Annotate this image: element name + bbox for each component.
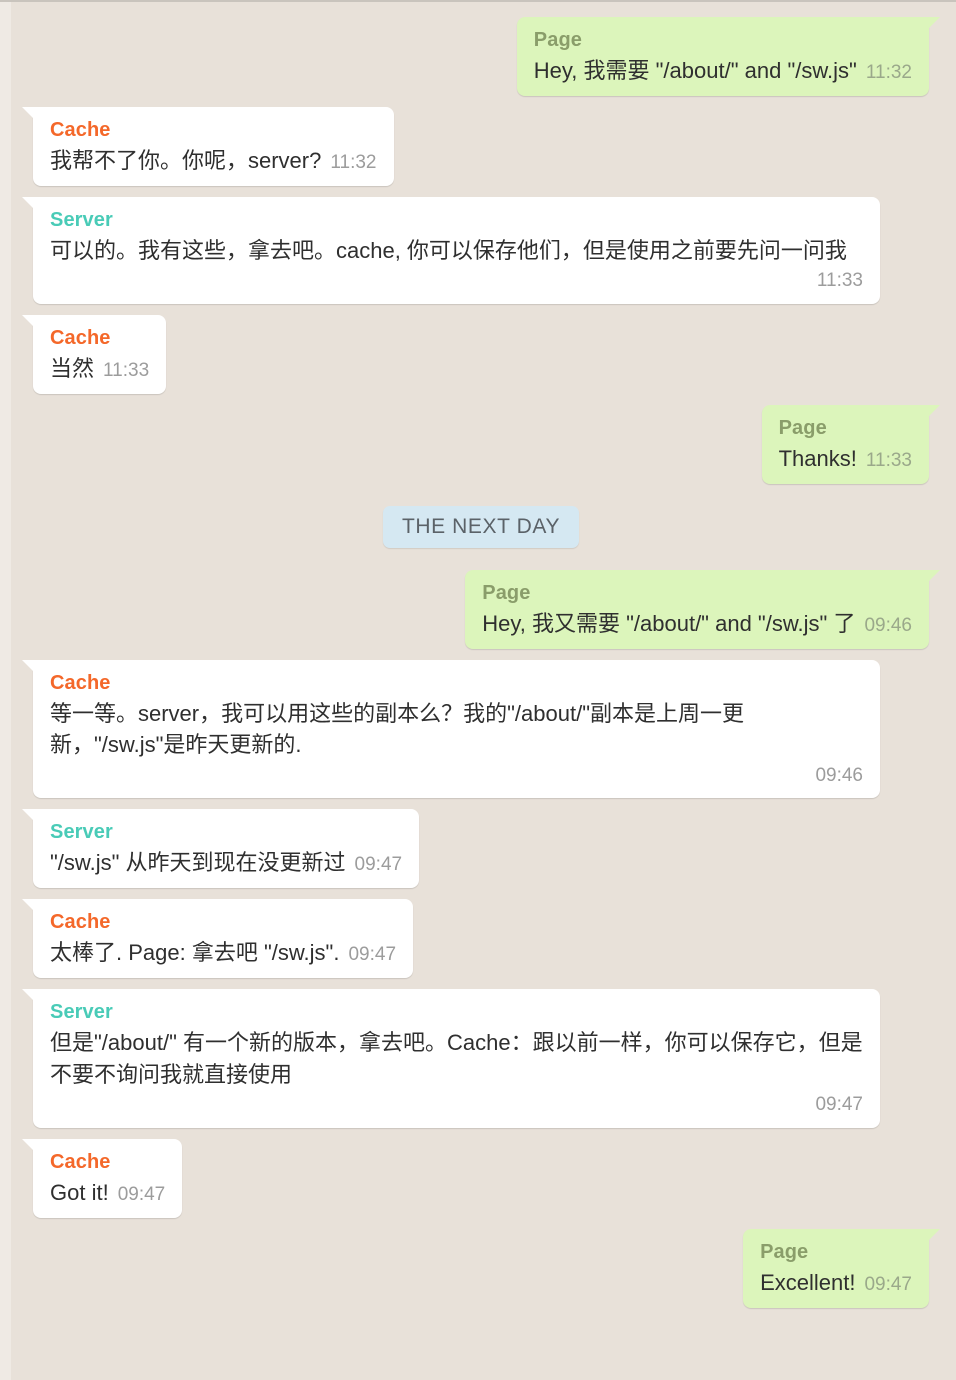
message-row: Page Hey, 我又需要 "/about/" and "/sw.js" 了 0… xyxy=(33,570,940,650)
message-time: 11:33 xyxy=(865,450,912,472)
message-sender: Cache xyxy=(50,672,111,695)
message-bubble-page[interactable]: Page Hey, 我需要 "/about/" and "/sw.js" 11:3… xyxy=(516,17,941,96)
message-row: Server "/sw.js" 从昨天到现在没更新过 09:47 xyxy=(21,809,929,889)
message-time: 09:47 xyxy=(864,1273,912,1295)
message-row: Page Hey, 我需要 "/about/" and "/sw.js" 11:3… xyxy=(33,17,941,96)
message-text: 可以的。我有这些，拿去吧。cache, 你可以保存他们，但是使用之前要先问一问我 xyxy=(50,237,847,263)
chat-transcript: Page Hey, 我需要 "/about/" and "/sw.js" 11:3… xyxy=(0,0,956,1380)
day-divider: THE NEXT DAY xyxy=(382,506,580,549)
message-body: 我帮不了你。你呢，server? 11:32 xyxy=(50,145,377,177)
message-body: Thanks! 11:33 xyxy=(779,443,912,475)
message-body: "/sw.js" 从昨天到现在没更新过 09:47 xyxy=(50,847,402,879)
message-bubble-cache[interactable]: Cache 当然 11:33 xyxy=(21,315,167,395)
message-time: 09:46 xyxy=(864,615,912,637)
message-text: 但是"/about/" 有一个新的版本，拿去吧。Cache：跟以前一样，你可以保… xyxy=(50,1030,863,1087)
message-body: 等一等。server，我可以用这些的副本么？我的"/about/"副本是上周一更… xyxy=(50,698,863,789)
message-body: Excellent! 09:47 xyxy=(760,1267,912,1299)
message-row: Page Excellent! 09:47 xyxy=(33,1228,940,1308)
message-bubble-page[interactable]: Page Thanks! 11:33 xyxy=(761,405,941,485)
message-row: Cache 等一等。server，我可以用这些的副本么？我的"/about/"副… xyxy=(22,660,929,799)
message-text: Hey, 我又需要 "/about/" and "/sw.js" 了 xyxy=(482,611,856,637)
message-sender: Page xyxy=(760,1240,809,1263)
message-time: 09:47 xyxy=(354,854,403,876)
message-bubble-server[interactable]: Server 但是"/about/" 有一个新的版本，拿去吧。Cache：跟以前… xyxy=(22,989,880,1128)
message-row: Server 但是"/about/" 有一个新的版本，拿去吧。Cache：跟以前… xyxy=(22,989,929,1128)
message-row: Cache 太棒了. Page: 拿去吧 "/sw.js". 09:47 xyxy=(21,899,929,979)
message-text: Thanks! xyxy=(778,446,857,472)
message-bubble-cache[interactable]: Cache 太棒了. Page: 拿去吧 "/sw.js". 09:47 xyxy=(21,899,414,979)
message-text: Excellent! xyxy=(760,1269,856,1295)
message-body: Got it! 09:47 xyxy=(50,1177,165,1209)
message-time: 09:47 xyxy=(348,944,397,966)
top-border-line xyxy=(0,0,956,2)
message-bubble-cache[interactable]: Cache 等一等。server，我可以用这些的副本么？我的"/about/"副… xyxy=(22,660,880,799)
message-time: 11:33 xyxy=(816,270,863,292)
message-text: 我帮不了你。你呢，server? xyxy=(50,147,322,173)
message-sender: Server xyxy=(50,208,113,231)
message-bubble-cache[interactable]: Cache Got it! 09:47 xyxy=(21,1138,183,1218)
message-body: Hey, 我又需要 "/about/" and "/sw.js" 了 09:46 xyxy=(482,608,912,640)
message-sender: Cache xyxy=(50,911,111,934)
message-body: 太棒了. Page: 拿去吧 "/sw.js". 09:47 xyxy=(50,937,396,969)
message-sender: Cache xyxy=(50,118,111,141)
message-sender: Page xyxy=(778,417,827,440)
message-row: Server 可以的。我有这些，拿去吧。cache, 你可以保存他们，但是使用之… xyxy=(22,196,929,305)
message-bubble-page[interactable]: Page Excellent! 09:47 xyxy=(743,1228,940,1308)
message-sender: Page xyxy=(482,582,531,605)
day-divider-row: THE NEXT DAY xyxy=(33,506,929,549)
message-sender: Cache xyxy=(50,1150,111,1173)
message-row: Page Thanks! 11:33 xyxy=(33,405,941,485)
message-body: 但是"/about/" 有一个新的版本，拿去吧。Cache：跟以前一样，你可以保… xyxy=(50,1027,863,1118)
message-body: Hey, 我需要 "/about/" and "/sw.js" 11:32 xyxy=(534,55,912,87)
message-time: 11:32 xyxy=(330,151,377,173)
message-body: 可以的。我有这些，拿去吧。cache, 你可以保存他们，但是使用之前要先问一问我… xyxy=(50,235,863,295)
message-text: 当然 xyxy=(50,356,95,382)
message-bubble-cache[interactable]: Cache 我帮不了你。你呢，server? 11:32 xyxy=(22,106,394,186)
message-bubble-server[interactable]: Server 可以的。我有这些，拿去吧。cache, 你可以保存他们，但是使用之… xyxy=(22,196,880,305)
message-sender: Cache xyxy=(50,327,111,350)
message-time: 09:47 xyxy=(815,1093,863,1115)
message-bubble-server[interactable]: Server "/sw.js" 从昨天到现在没更新过 09:47 xyxy=(21,809,420,889)
message-time: 09:47 xyxy=(117,1183,166,1205)
message-text: 等一等。server，我可以用这些的副本么？我的"/about/"副本是上周一更… xyxy=(50,701,745,758)
message-sender: Server xyxy=(50,1001,113,1024)
message-time: 09:46 xyxy=(815,764,863,786)
message-text: "/sw.js" 从昨天到现在没更新过 xyxy=(50,850,346,876)
message-sender: Server xyxy=(50,821,113,844)
message-time: 11:32 xyxy=(865,62,912,83)
message-time: 11:33 xyxy=(103,360,150,382)
message-body: 当然 11:33 xyxy=(50,353,149,385)
message-text: Hey, 我需要 "/about/" and "/sw.js" xyxy=(533,58,857,83)
message-text: 太棒了. Page: 拿去吧 "/sw.js". xyxy=(50,940,340,966)
message-sender: Page xyxy=(533,29,582,51)
message-row: Cache Got it! 09:47 xyxy=(21,1138,929,1218)
message-text: Got it! xyxy=(50,1179,109,1205)
message-bubble-page[interactable]: Page Hey, 我又需要 "/about/" and "/sw.js" 了 0… xyxy=(465,570,940,650)
message-row: Cache 当然 11:33 xyxy=(21,315,929,395)
message-row: Cache 我帮不了你。你呢，server? 11:32 xyxy=(22,106,929,186)
